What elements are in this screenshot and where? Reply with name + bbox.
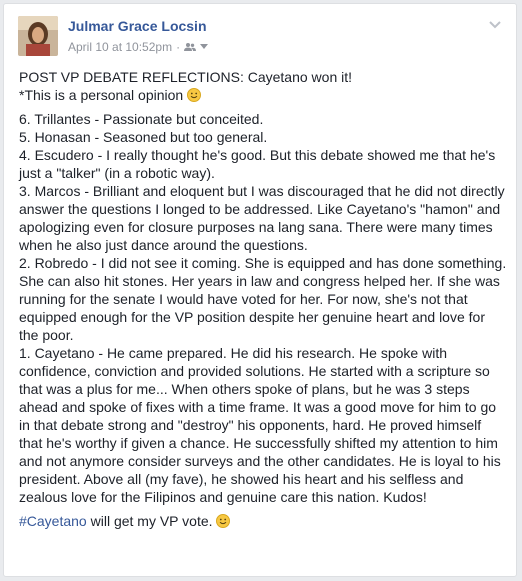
post-note-text: *This is a personal opinion <box>19 87 184 103</box>
post-meta: April 10 at 10:52pm · <box>68 40 209 54</box>
closing-text: will get my VP vote. <box>86 513 213 529</box>
audience-dropdown-icon[interactable] <box>200 44 209 50</box>
author-avatar[interactable] <box>18 16 58 56</box>
ranking-item: 2. Robredo - I did not see it coming. Sh… <box>19 255 507 343</box>
post-timestamp[interactable]: April 10 at 10:52pm <box>68 40 172 54</box>
post-options-chevron-icon[interactable] <box>488 18 502 32</box>
smile-emoji-icon <box>216 514 231 528</box>
post-card: Julmar Grace Locsin April 10 at 10:52pm … <box>3 3 517 577</box>
smile-emoji-icon <box>187 88 202 102</box>
meta-separator: · <box>176 40 181 54</box>
ranking-item: 5. Honasan - Seasoned but too general. <box>19 129 268 145</box>
author-name[interactable]: Julmar Grace Locsin <box>68 18 207 34</box>
post-closing: #Cayetano will get my VP vote. <box>19 512 507 530</box>
ranking-item: 1. Cayetano - He came prepared. He did h… <box>19 345 501 505</box>
ranking-item: 6. Trillantes - Passionate but conceited… <box>19 111 264 127</box>
post-title: POST VP DEBATE REFLECTIONS: Cayetano won… <box>19 69 353 85</box>
friends-audience-icon[interactable] <box>184 42 197 52</box>
hashtag-link[interactable]: #Cayetano <box>19 513 87 529</box>
post-body: POST VP DEBATE REFLECTIONS: Cayetano won… <box>19 68 507 530</box>
ranking-item: 3. Marcos - Brilliant and eloquent but I… <box>19 183 505 253</box>
post-note: *This is a personal opinion <box>19 86 507 104</box>
ranking-item: 4. Escudero - I really thought he's good… <box>19 147 496 181</box>
